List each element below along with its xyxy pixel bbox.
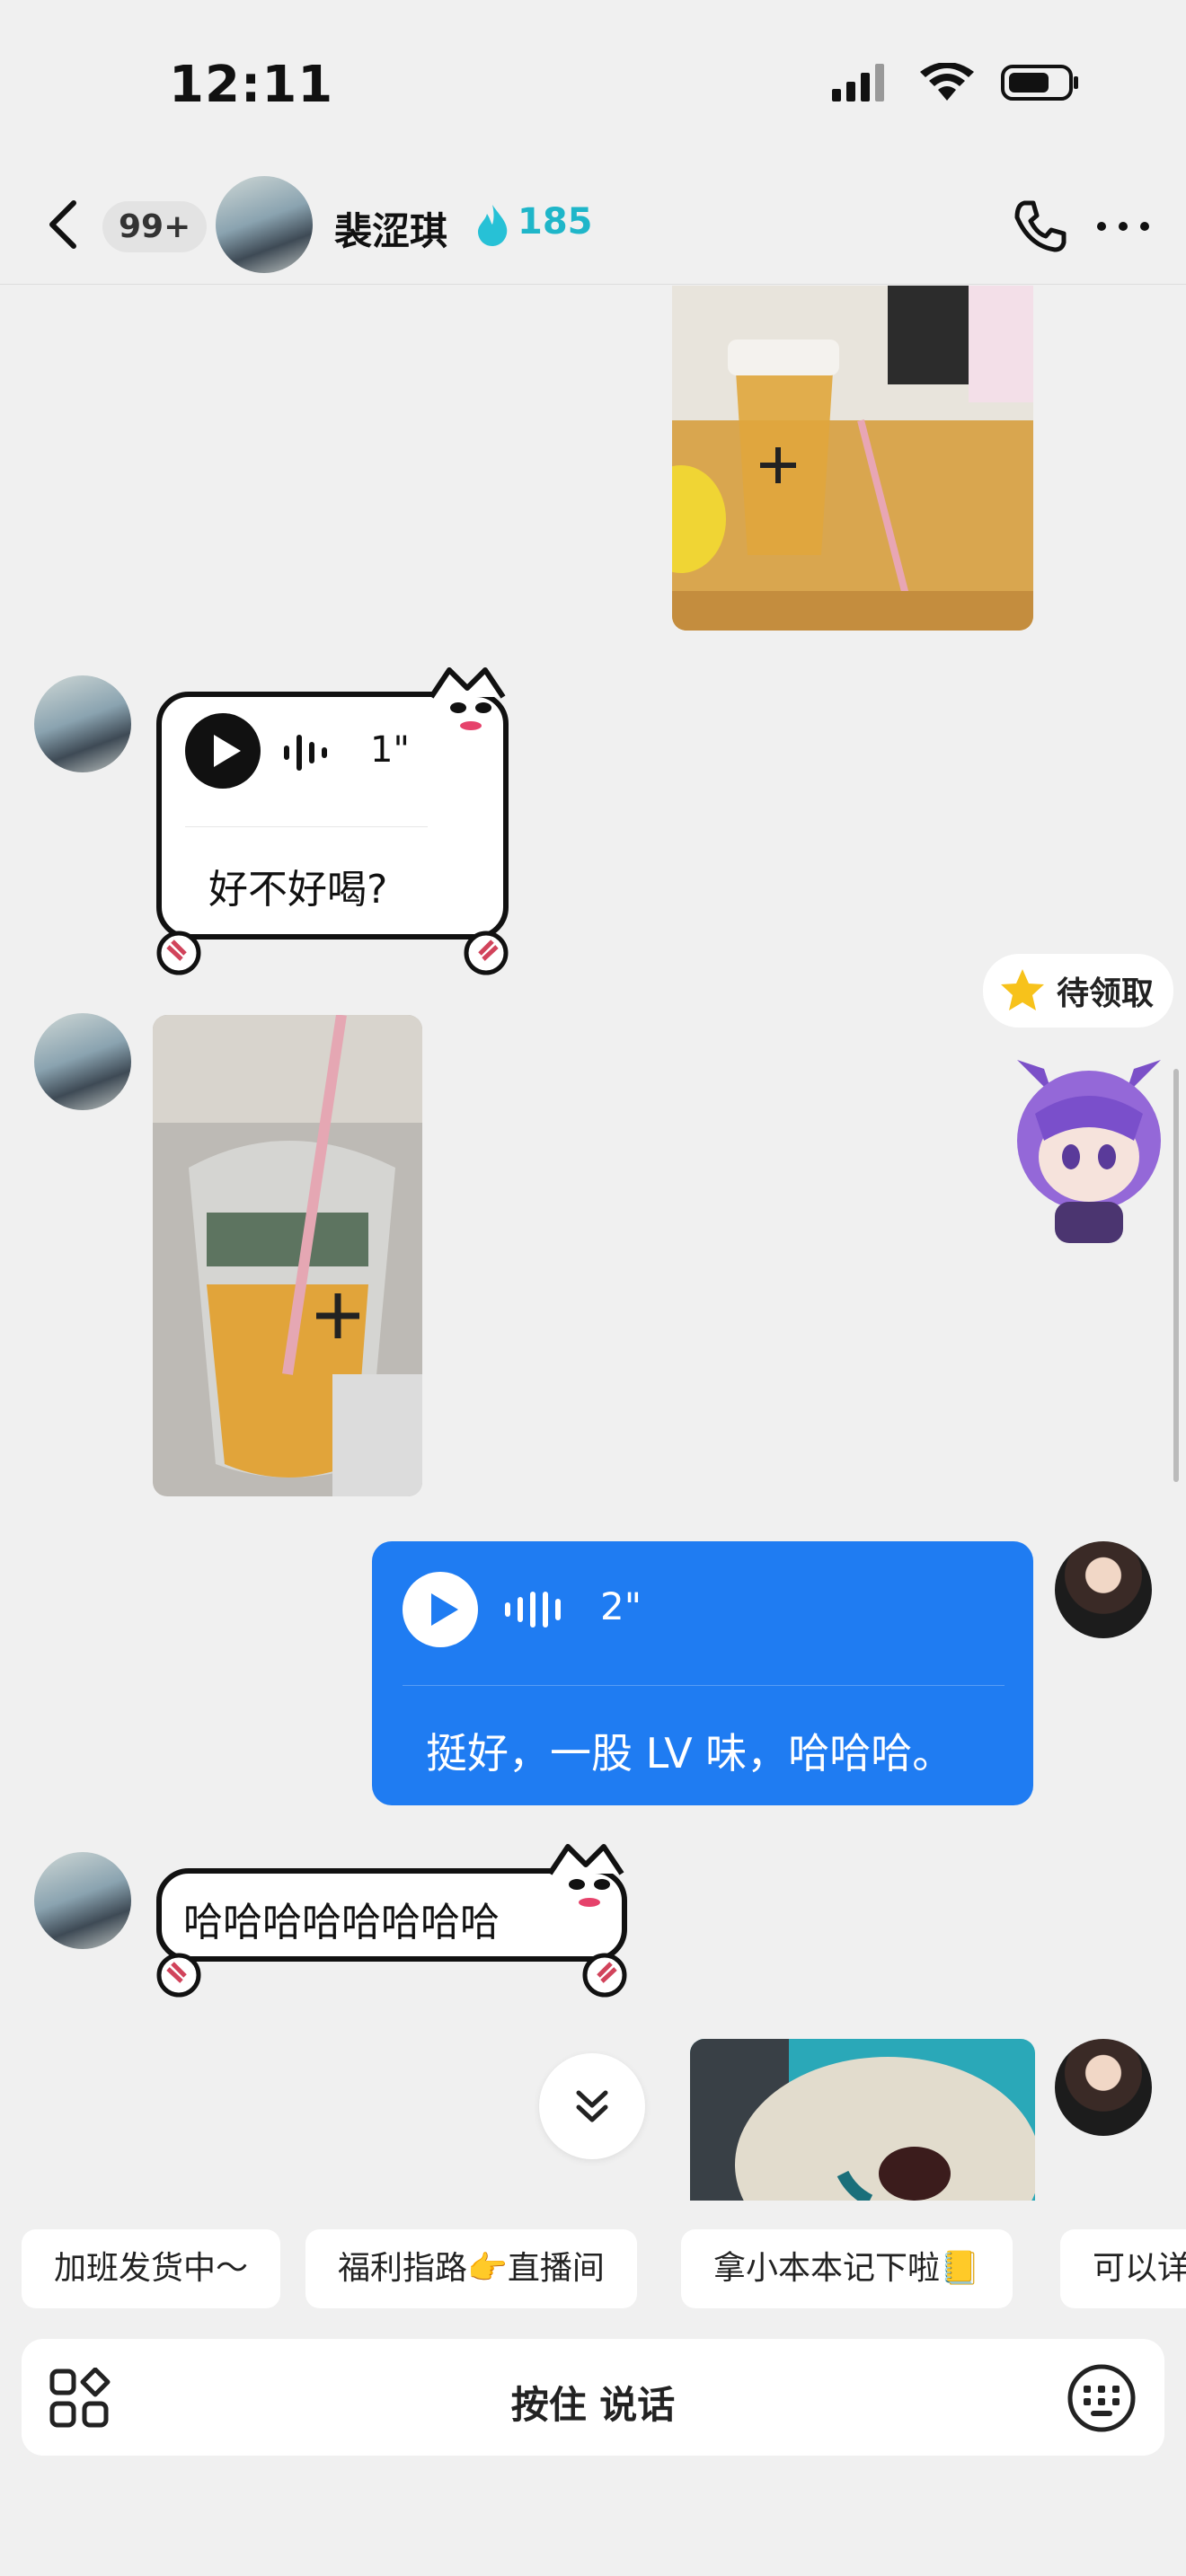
flame-icon <box>478 205 508 246</box>
streak-count: 185 <box>518 201 593 243</box>
message-text: 哈哈哈哈哈哈哈哈 <box>183 1900 500 1945</box>
scroll-to-bottom-button[interactable] <box>539 2053 645 2159</box>
scrollbar[interactable] <box>1173 1069 1179 1482</box>
mascot-character-icon[interactable] <box>999 1051 1179 1248</box>
my-avatar[interactable] <box>1055 1541 1152 1638</box>
input-bar: 按住 说话 <box>22 2339 1164 2456</box>
star-icon <box>1001 969 1044 1010</box>
play-icon[interactable] <box>185 713 261 789</box>
chat-header: 99+ 裴涩琪 185 <box>0 171 1186 285</box>
unread-badge[interactable]: 99+ <box>102 201 208 252</box>
pending-reward-label: 待领取 <box>1057 975 1155 1012</box>
voice-duration: 1" <box>370 729 410 771</box>
more-icon[interactable] <box>1096 221 1150 232</box>
battery-icon <box>1001 65 1078 101</box>
my-avatar[interactable] <box>1055 2039 1152 2136</box>
voice-transcript: 挺好，一股 LV 味，哈哈哈。 <box>426 1729 954 1778</box>
received-photo-drink[interactable] <box>153 1015 422 1496</box>
quick-reply-chip[interactable]: 可以详 <box>1060 2229 1186 2308</box>
cat-ears-decoration-icon <box>429 667 506 730</box>
hold-to-talk-button[interactable]: 按住 说话 <box>22 2375 1164 2430</box>
my-voice-message-bubble[interactable]: 2" 挺好，一股 LV 味，哈哈哈。 <box>372 1541 1033 1805</box>
contact-avatar[interactable] <box>216 176 313 273</box>
keyboard-icon[interactable] <box>1066 2362 1137 2434</box>
quick-reply-chip[interactable]: 福利指路👉直播间 <box>305 2229 637 2308</box>
voice-transcript: 好不好喝? <box>208 867 388 913</box>
contact-name[interactable]: 裴涩琪 <box>334 201 447 256</box>
double-chevron-down-icon <box>576 2090 608 2122</box>
voice-duration: 2" <box>600 1584 642 1628</box>
quick-reply-chip[interactable]: 拿小本本记下啦📒 <box>681 2229 1013 2308</box>
cat-ears-decoration-icon <box>547 1844 624 1907</box>
contact-avatar[interactable] <box>34 1852 131 1949</box>
paw-right-icon <box>582 1953 627 1998</box>
voice-wave-icon <box>505 1592 561 1628</box>
voice-message-bubble[interactable]: 1" 好不好喝? <box>156 667 509 975</box>
status-time: 12:11 <box>169 56 334 114</box>
play-icon[interactable] <box>403 1572 478 1647</box>
text-message-bubble[interactable]: 哈哈哈哈哈哈哈哈 <box>156 1844 627 1998</box>
phone-call-icon[interactable] <box>1012 198 1069 255</box>
sent-photo-cat[interactable] <box>690 2039 1035 2201</box>
quick-reply-chip[interactable]: 加班发货中～ <box>22 2229 281 2308</box>
paw-right-icon <box>464 931 509 975</box>
back-icon[interactable] <box>40 198 93 251</box>
wifi-icon <box>920 63 974 101</box>
contact-avatar[interactable] <box>34 1013 131 1110</box>
contact-avatar[interactable] <box>34 675 131 772</box>
status-icons <box>832 63 1080 102</box>
signal-icon <box>832 64 884 101</box>
sent-photo-drink[interactable] <box>672 286 1033 631</box>
paw-left-icon <box>156 931 201 975</box>
voice-wave-icon <box>284 735 327 771</box>
pending-reward-tag[interactable]: 待领取 <box>983 954 1174 1028</box>
paw-left-icon <box>156 1953 201 1998</box>
